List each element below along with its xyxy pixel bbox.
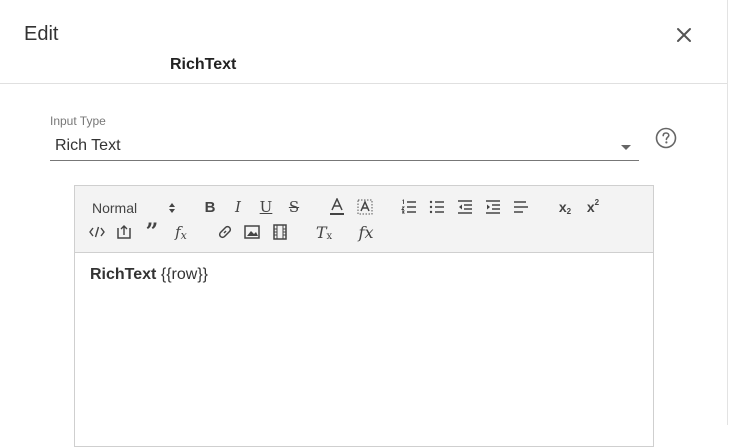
image-icon[interactable] (241, 222, 263, 242)
bullet-list-icon[interactable] (426, 197, 448, 217)
indent-icon[interactable] (482, 197, 504, 217)
bold-icon[interactable]: B (199, 197, 221, 217)
subscript-icon[interactable]: x2 (554, 197, 576, 217)
input-type-value: Rich Text (55, 137, 121, 154)
font-color-icon[interactable] (326, 197, 348, 217)
outdent-icon[interactable] (454, 197, 476, 217)
italic-icon[interactable]: I (227, 197, 249, 217)
header-divider (0, 83, 727, 84)
editor-toolbar: Normal B I U S x2 x2 ” f x T x fx (75, 186, 653, 253)
superscript-icon[interactable]: x2 (582, 197, 604, 217)
link-icon[interactable] (214, 222, 236, 242)
chevron-down-icon (621, 145, 631, 150)
help-icon[interactable] (655, 127, 677, 149)
input-type-select[interactable]: Rich Text (50, 134, 639, 161)
select-arrows-icon (168, 201, 176, 217)
editor-content[interactable]: RichText {{row}} (90, 266, 208, 284)
align-left-icon[interactable] (510, 197, 532, 217)
background-color-icon[interactable] (354, 197, 376, 217)
clean-icon[interactable]: Tx (313, 222, 335, 242)
strike-icon[interactable]: S (283, 197, 305, 217)
format-select[interactable]: Normal (92, 199, 178, 217)
format-select-value: Normal (92, 200, 138, 216)
video-icon[interactable] (269, 222, 291, 242)
underline-icon[interactable]: U (255, 197, 277, 217)
close-icon[interactable] (674, 25, 694, 45)
function-icon[interactable]: fx (355, 222, 377, 242)
image-upload-icon[interactable] (113, 222, 135, 242)
dialog-subtitle: RichText (170, 56, 237, 73)
content-template-text: {{row}} (160, 266, 208, 283)
panel-edge (727, 0, 728, 425)
input-type-label: Input Type (50, 114, 106, 128)
content-bold-text: RichText (90, 266, 157, 283)
rich-text-editor: Normal B I U S x2 x2 ” f x T x fx RichTe… (74, 185, 654, 447)
formula-icon[interactable]: fx (170, 222, 192, 242)
code-icon[interactable] (86, 222, 108, 242)
blockquote-icon[interactable]: ” (141, 219, 163, 245)
ordered-list-icon[interactable] (398, 197, 420, 217)
dialog-title: Edit (24, 23, 59, 45)
